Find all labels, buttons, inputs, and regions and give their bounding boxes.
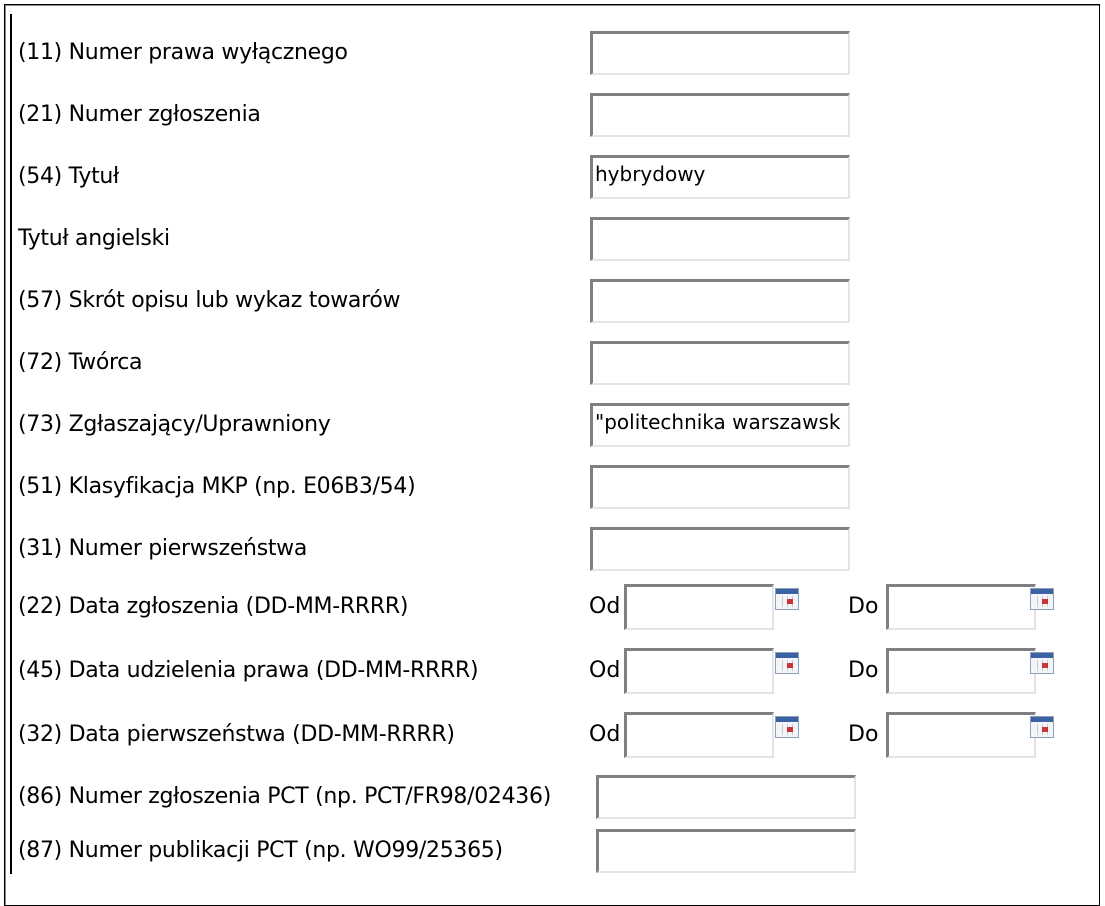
row-86: (86) Numer zgłoszenia PCT (np. PCT/FR98/…: [0, 766, 1105, 828]
input-skrot-opisu[interactable]: [590, 279, 850, 323]
input-numer-publikacji-pct[interactable]: [596, 829, 856, 873]
do-label: Do: [848, 658, 879, 683]
input-zglaszajacy[interactable]: "politechnika warszawsk: [590, 403, 850, 447]
row-51: (51) Klasyfikacja MKP (np. E06B3/54): [0, 456, 1105, 518]
input-data-pierwszenstwa-od[interactable]: [624, 712, 774, 758]
label-tytul-angielski: Tytuł angielski: [18, 226, 170, 251]
od-label: Od: [589, 658, 621, 683]
input-data-pierwszenstwa-do[interactable]: [886, 712, 1036, 758]
row-73: (73) Zgłaszający/Uprawniony "politechnik…: [0, 394, 1105, 456]
input-data-udzielenia-od[interactable]: [624, 648, 774, 694]
input-numer-prawa[interactable]: [590, 31, 850, 75]
label-zglaszajacy: (73) Zgłaszający/Uprawniony: [18, 412, 331, 437]
do-label: Do: [848, 722, 879, 747]
input-data-zgloszenia-do[interactable]: [886, 584, 1036, 630]
do-label: Do: [848, 594, 879, 619]
row-11: (11) Numer prawa wyłącznego: [0, 22, 1105, 84]
calendar-icon[interactable]: [1030, 588, 1054, 610]
row-87: (87) Numer publikacji PCT (np. WO99/2536…: [0, 820, 1105, 882]
input-numer-pierwszenstwa[interactable]: [590, 527, 850, 571]
row-57: (57) Skrót opisu lub wykaz towarów: [0, 270, 1105, 332]
row-54: (54) Tytuł hybrydowy: [0, 146, 1105, 208]
label-numer-zgloszenia-pct: (86) Numer zgłoszenia PCT (np. PCT/FR98/…: [18, 784, 551, 809]
row-tytul-ang: Tytuł angielski: [0, 208, 1105, 270]
input-numer-zgloszenia[interactable]: [590, 93, 850, 137]
row-31: (31) Numer pierwszeństwa: [0, 518, 1105, 580]
label-tytul: (54) Tytuł: [18, 164, 120, 189]
row-21: (21) Numer zgłoszenia: [0, 84, 1105, 146]
input-tworca[interactable]: [590, 341, 850, 385]
input-data-udzielenia-do[interactable]: [886, 648, 1036, 694]
label-data-pierwszenstwa: (32) Data pierwszeństwa (DD-MM-RRRR): [18, 722, 455, 747]
input-numer-zgloszenia-pct[interactable]: [596, 775, 856, 819]
calendar-icon[interactable]: [1030, 652, 1054, 674]
od-label: Od: [589, 594, 621, 619]
label-numer-publikacji-pct: (87) Numer publikacji PCT (np. WO99/2536…: [18, 838, 503, 863]
calendar-icon[interactable]: [1030, 716, 1054, 738]
label-numer-zgloszenia: (21) Numer zgłoszenia: [18, 102, 261, 127]
row-72: (72) Twórca: [0, 332, 1105, 394]
calendar-icon[interactable]: [775, 588, 799, 610]
od-label: Od: [589, 722, 621, 747]
calendar-icon[interactable]: [775, 716, 799, 738]
label-klasyfikacja: (51) Klasyfikacja MKP (np. E06B3/54): [18, 474, 416, 499]
label-numer-prawa: (11) Numer prawa wyłącznego: [18, 40, 348, 65]
input-tytul-angielski[interactable]: [590, 217, 850, 261]
row-32: (32) Data pierwszeństwa (DD-MM-RRRR) Od …: [0, 704, 1105, 766]
input-klasyfikacja[interactable]: [590, 465, 850, 509]
label-tworca: (72) Twórca: [18, 350, 143, 375]
label-data-udzielenia: (45) Data udzielenia prawa (DD-MM-RRRR): [18, 658, 479, 683]
input-tytul[interactable]: hybrydowy: [590, 155, 850, 199]
label-data-zgloszenia: (22) Data zgłoszenia (DD-MM-RRRR): [18, 594, 409, 619]
row-45: (45) Data udzielenia prawa (DD-MM-RRRR) …: [0, 640, 1105, 702]
label-skrot-opisu: (57) Skrót opisu lub wykaz towarów: [18, 288, 401, 313]
label-numer-pierwszenstwa: (31) Numer pierwszeństwa: [18, 536, 308, 561]
row-22: (22) Data zgłoszenia (DD-MM-RRRR) Od Do: [0, 576, 1105, 638]
input-data-zgloszenia-od[interactable]: [624, 584, 774, 630]
calendar-icon[interactable]: [775, 652, 799, 674]
